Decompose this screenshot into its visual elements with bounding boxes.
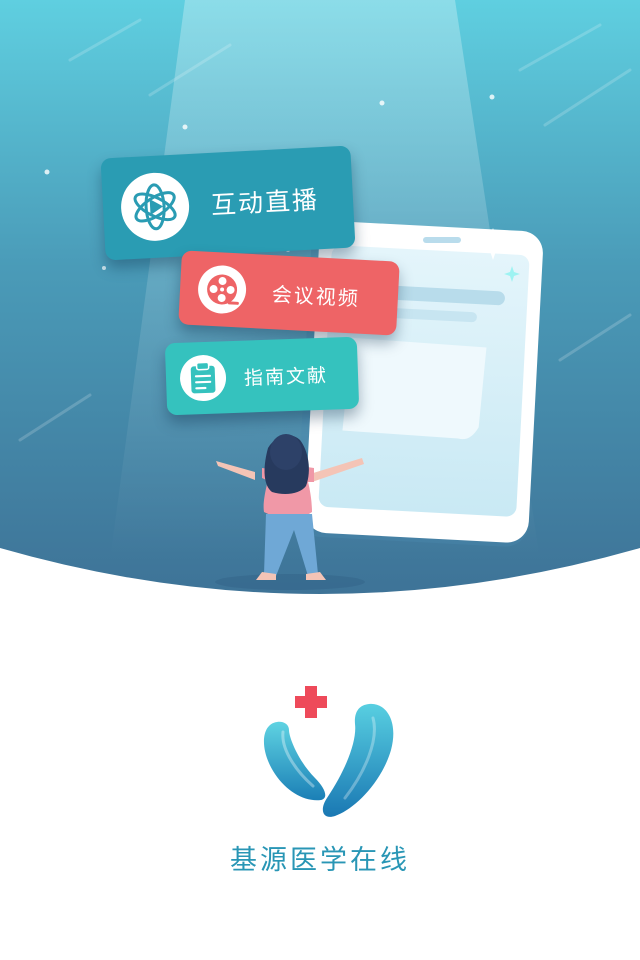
- clipboard-icon: [179, 354, 227, 402]
- guideline-literature-card[interactable]: 指南文献: [164, 336, 360, 416]
- floor-shadow: [215, 574, 365, 590]
- meeting-video-label: 会议视频: [271, 281, 361, 311]
- interactive-live-label: 互动直播: [210, 185, 320, 220]
- interactive-live-card[interactable]: 互动直播: [100, 145, 356, 261]
- logo-left-stroke: [263, 721, 326, 801]
- cross-icon: [295, 686, 327, 718]
- medical-v-logo: [263, 686, 394, 817]
- play-atom-icon: [119, 171, 191, 243]
- logo-right-stroke: [322, 703, 394, 817]
- meeting-video-card[interactable]: 会议视频: [178, 250, 400, 336]
- guideline-literature-label: 指南文献: [243, 364, 329, 390]
- brand-name: 基源医学在线: [230, 845, 410, 876]
- film-reel-icon: [196, 264, 248, 315]
